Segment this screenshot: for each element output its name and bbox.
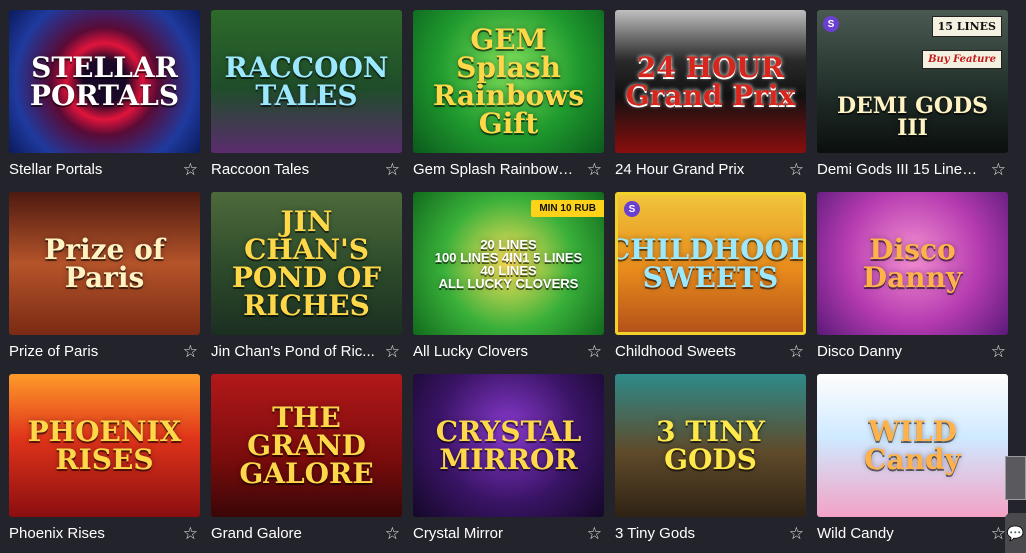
star-icon[interactable]: ☆: [385, 161, 400, 178]
game-caption: 24 Hour Grand Prix ☆: [615, 153, 806, 185]
game-caption: Wild Candy ☆: [817, 517, 1008, 549]
game-thumbnail[interactable]: GEM Splash Rainbows Gift: [413, 10, 604, 153]
game-title[interactable]: 24 Hour Grand Prix: [615, 161, 744, 178]
game-thumbnail[interactable]: RACCOON TALES: [211, 10, 402, 153]
game-title[interactable]: Childhood Sweets: [615, 343, 736, 360]
game-title[interactable]: Disco Danny: [817, 343, 902, 360]
game-card-14[interactable]: 3 TINY GODS 3 Tiny Gods ☆: [615, 374, 806, 549]
game-title[interactable]: Wild Candy: [817, 525, 894, 542]
game-title[interactable]: Raccoon Tales: [211, 161, 309, 178]
game-caption: Raccoon Tales ☆: [211, 153, 402, 185]
game-thumbnail[interactable]: Disco Danny: [817, 192, 1008, 335]
game-thumbnail[interactable]: CRYSTAL MIRROR: [413, 374, 604, 517]
game-title[interactable]: Gem Splash Rainbows...: [413, 161, 578, 178]
star-icon[interactable]: ☆: [587, 343, 602, 360]
game-thumbnail[interactable]: 20 LINES 100 LINES 4IN1 5 LINES 40 LINES…: [413, 192, 604, 335]
game-art-title: PHOENIX RISES: [27, 414, 182, 476]
game-caption: Jin Chan's Pond of Ric... ☆: [211, 335, 402, 367]
game-art-title: DEMI GODS III: [836, 92, 989, 141]
game-art-title: STELLAR PORTALS: [29, 50, 180, 112]
star-icon[interactable]: ☆: [385, 343, 400, 360]
game-caption: Demi Gods III 15 Lines ... ☆: [817, 153, 1008, 185]
game-title[interactable]: Phoenix Rises: [9, 525, 105, 542]
game-title[interactable]: Stellar Portals: [9, 161, 102, 178]
game-thumbnail[interactable]: JIN CHAN'S POND OF RICHES: [211, 192, 402, 335]
star-icon[interactable]: ☆: [789, 343, 804, 360]
lines-badge: 15 LINES: [931, 16, 1002, 37]
star-icon[interactable]: ☆: [183, 161, 198, 178]
game-card-13[interactable]: CRYSTAL MIRROR Crystal Mirror ☆: [413, 374, 604, 549]
game-title[interactable]: Grand Galore: [211, 525, 302, 542]
star-icon[interactable]: ☆: [183, 525, 198, 542]
game-title[interactable]: Demi Gods III 15 Lines ...: [817, 161, 982, 178]
game-thumbnail[interactable]: WILD Candy: [817, 374, 1008, 517]
star-icon[interactable]: ☆: [789, 525, 804, 542]
game-art-title: CHILDHOOD SWEETS: [615, 232, 806, 294]
star-icon[interactable]: ☆: [991, 343, 1006, 360]
game-card-3[interactable]: GEM Splash Rainbows Gift Gem Splash Rain…: [413, 10, 604, 185]
game-caption: All Lucky Clovers ☆: [413, 335, 604, 367]
game-title[interactable]: All Lucky Clovers: [413, 343, 528, 360]
game-art-title: 24 HOUR Grand Prix: [625, 50, 796, 112]
star-icon[interactable]: ☆: [183, 343, 198, 360]
game-caption: 3 Tiny Gods ☆: [615, 517, 806, 549]
game-card-10[interactable]: Disco Danny Disco Danny ☆: [817, 192, 1008, 367]
game-card-4[interactable]: 24 HOUR Grand Prix 24 Hour Grand Prix ☆: [615, 10, 806, 185]
game-card-2[interactable]: RACCOON TALES Raccoon Tales ☆: [211, 10, 402, 185]
game-art-title: CRYSTAL MIRROR: [435, 414, 582, 476]
game-caption: Stellar Portals ☆: [9, 153, 200, 185]
game-art-title: Disco Danny: [862, 232, 963, 294]
game-art-title: THE GRAND GALORE: [239, 400, 374, 490]
star-icon[interactable]: ☆: [385, 525, 400, 542]
game-title[interactable]: Jin Chan's Pond of Ric...: [211, 343, 375, 360]
game-thumbnail[interactable]: 24 HOUR Grand Prix: [615, 10, 806, 153]
game-title[interactable]: Crystal Mirror: [413, 525, 503, 542]
game-art-title: 20 LINES 100 LINES 4IN1 5 LINES 40 LINES…: [434, 236, 583, 291]
game-card-9[interactable]: CHILDHOOD SWEETS S Childhood Sweets ☆: [615, 192, 806, 367]
provider-logo-icon: S: [823, 16, 839, 32]
game-art-title: JIN CHAN'S POND OF RICHES: [231, 204, 382, 322]
star-icon[interactable]: ☆: [991, 525, 1006, 542]
game-card-7[interactable]: JIN CHAN'S POND OF RICHES Jin Chan's Pon…: [211, 192, 402, 367]
star-icon[interactable]: ☆: [587, 161, 602, 178]
game-grid: STELLAR PORTALS Stellar Portals ☆ RACCOO…: [9, 10, 1008, 549]
game-thumbnail[interactable]: STELLAR PORTALS: [9, 10, 200, 153]
game-art-title: Prize of Paris: [44, 232, 165, 294]
game-caption: Phoenix Rises ☆: [9, 517, 200, 549]
game-card-15[interactable]: WILD Candy Wild Candy ☆: [817, 374, 1008, 549]
game-caption: Disco Danny ☆: [817, 335, 1008, 367]
game-caption: Crystal Mirror ☆: [413, 517, 604, 549]
game-thumbnail[interactable]: THE GRAND GALORE: [211, 374, 402, 517]
game-thumbnail[interactable]: PHOENIX RISES: [9, 374, 200, 517]
game-card-11[interactable]: PHOENIX RISES Phoenix Rises ☆: [9, 374, 200, 549]
game-title[interactable]: 3 Tiny Gods: [615, 525, 695, 542]
game-art-title: WILD Candy: [864, 414, 961, 476]
provider-logo-icon: S: [624, 201, 640, 217]
game-caption: Gem Splash Rainbows... ☆: [413, 153, 604, 185]
game-title[interactable]: Prize of Paris: [9, 343, 98, 360]
game-thumbnail[interactable]: CHILDHOOD SWEETS S: [615, 192, 806, 335]
game-caption: Grand Galore ☆: [211, 517, 402, 549]
game-card-5[interactable]: DEMI GODS III 15 LINES Buy Feature S Demi …: [817, 10, 1008, 185]
game-card-8[interactable]: 20 LINES 100 LINES 4IN1 5 LINES 40 LINES…: [413, 192, 604, 367]
chat-icon[interactable]: 💬: [1005, 513, 1026, 553]
game-thumbnail[interactable]: DEMI GODS III 15 LINES Buy Feature S: [817, 10, 1008, 153]
game-card-12[interactable]: THE GRAND GALORE Grand Galore ☆: [211, 374, 402, 549]
game-art-title: GEM Splash Rainbows Gift: [432, 22, 585, 140]
side-scroll-handle[interactable]: [1005, 456, 1026, 500]
game-thumbnail[interactable]: 3 TINY GODS: [615, 374, 806, 517]
game-caption: Prize of Paris ☆: [9, 335, 200, 367]
game-caption: Childhood Sweets ☆: [615, 335, 806, 367]
game-art-title: RACCOON TALES: [224, 50, 389, 112]
game-card-6[interactable]: Prize of Paris Prize of Paris ☆: [9, 192, 200, 367]
star-icon[interactable]: ☆: [789, 161, 804, 178]
star-icon[interactable]: ☆: [587, 525, 602, 542]
min-bet-badge: MIN 10 RUB: [531, 200, 604, 217]
game-thumbnail[interactable]: Prize of Paris: [9, 192, 200, 335]
game-card-1[interactable]: STELLAR PORTALS Stellar Portals ☆: [9, 10, 200, 185]
buy-feature-badge: Buy Feature: [922, 50, 1002, 69]
star-icon[interactable]: ☆: [991, 161, 1006, 178]
game-art-title: 3 TINY GODS: [656, 414, 765, 476]
